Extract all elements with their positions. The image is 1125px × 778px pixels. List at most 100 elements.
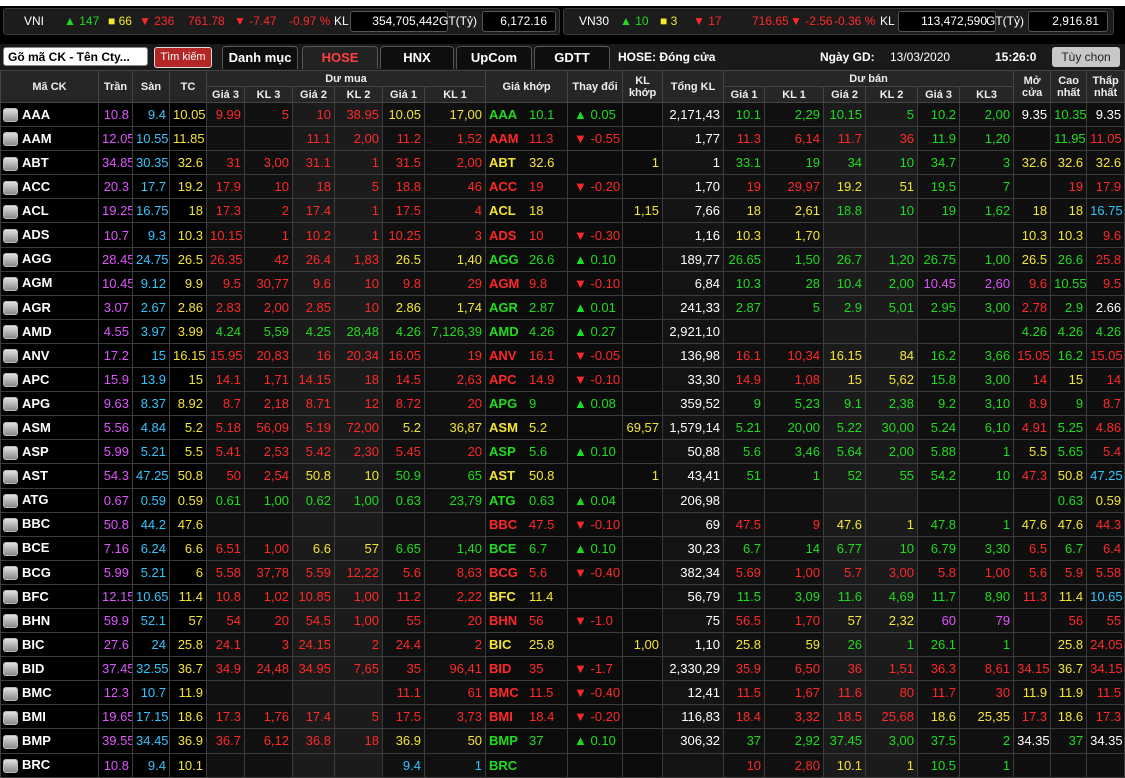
header-sell-vol3[interactable]: KL3 — [959, 86, 1015, 103]
header-buy-price3[interactable]: Giá 3 — [206, 86, 245, 103]
table-row[interactable]: AMD 4.55 3.97 3.99 4.24 5,59 4.25 28,48 4.26 7,12… — [0, 318, 1125, 344]
header-sell-vol1[interactable]: KL 1 — [764, 86, 825, 103]
table-row[interactable]: APG 9.63 8.37 8.92 8.7 2,18 8.71 12 8.72 20 APG 9 ▲ … — [0, 391, 1125, 417]
symbol-cell[interactable]: ATG — [0, 487, 99, 513]
table-row[interactable]: ACL 19.25 16.75 18 17.3 2 17.4 1 17.5 4 ACL 18 1,15 7… — [0, 198, 1125, 224]
watchlist-checkbox-icon[interactable] — [3, 517, 18, 532]
options-button[interactable]: Tùy chọn — [1052, 47, 1120, 67]
tab-hnx[interactable]: HNX — [380, 46, 454, 69]
table-row[interactable]: AST 54.3 47.25 50.8 50 2,54 50.8 10 50.9 65 AST 50.… — [0, 463, 1125, 489]
watchlist-checkbox-icon[interactable] — [3, 276, 18, 291]
search-input[interactable]: Gõ mã CK - Tên Cty... — [3, 47, 148, 66]
symbol-cell[interactable]: AAM — [0, 126, 99, 152]
table-row[interactable]: BBC 50.8 44.2 47.6 BBC 47.5 ▼ -0.10 69 47.5 9 47.6… — [0, 511, 1125, 537]
symbol-cell[interactable]: AST — [0, 463, 99, 489]
symbol-cell[interactable]: AGM — [0, 270, 99, 296]
table-row[interactable]: ANV 17.2 15 16.15 15.95 20,83 16 20,34 16.05 19 AN… — [0, 342, 1125, 369]
watchlist-checkbox-icon[interactable] — [3, 469, 18, 484]
table-row[interactable]: BMI 19.65 17.15 18.6 17.3 1,76 17.4 5 17.5 3,73 BM… — [0, 704, 1125, 730]
table-row[interactable]: ATG 0.67 0.59 0.59 0.61 1,00 0.62 1,00 0.63 23,79… — [0, 487, 1125, 513]
table-row[interactable]: BFC 12.15 10.65 11.4 10.8 1,02 10.85 1,00 11.2 2,… — [0, 583, 1125, 609]
search-button[interactable]: Tìm kiếm — [154, 47, 212, 68]
symbol-cell[interactable]: ASP — [0, 439, 99, 465]
watchlist-checkbox-icon[interactable] — [3, 445, 18, 460]
watchlist-checkbox-icon[interactable] — [3, 734, 18, 749]
header-sell-vol2[interactable]: KL 2 — [865, 86, 919, 103]
table-row[interactable]: AGM 10.45 9.12 9.9 9.5 30,77 9.6 10 9.8 29 AGM 9.8 ▼… — [0, 270, 1125, 296]
watchlist-checkbox-icon[interactable] — [3, 493, 18, 508]
table-row[interactable]: ABT 34.85 30.35 32.6 31 3,00 31.1 1 31.5 2,00 ABT 3… — [0, 150, 1125, 176]
watchlist-checkbox-icon[interactable] — [3, 349, 18, 364]
watchlist-checkbox-icon[interactable] — [3, 758, 18, 773]
watchlist-checkbox-icon[interactable] — [3, 325, 18, 340]
symbol-cell[interactable]: BBC — [0, 511, 99, 537]
watchlist-checkbox-icon[interactable] — [3, 662, 18, 677]
header-match-price[interactable]: Giá khớp — [485, 70, 569, 103]
table-row[interactable]: APC 15.9 13.9 15 14.1 1,71 14.15 18 14.5 2,63 APC 1… — [0, 367, 1125, 393]
symbol-cell[interactable]: ADS — [0, 222, 99, 248]
watchlist-checkbox-icon[interactable] — [3, 373, 18, 388]
table-row[interactable]: BMC 12.3 10.7 11.9 11.1 61 BMC 11.5 ▼ -0.40 12,41… — [0, 680, 1125, 706]
tab-danh-muc[interactable]: Danh mục — [222, 46, 298, 69]
header-open[interactable]: Mở cửa — [1013, 70, 1052, 103]
header-floor[interactable]: Sàn — [132, 70, 170, 103]
watchlist-checkbox-icon[interactable] — [3, 566, 18, 581]
watchlist-checkbox-icon[interactable] — [3, 301, 18, 316]
symbol-cell[interactable]: BMI — [0, 704, 99, 730]
header-sell-price1[interactable]: Giá 1 — [723, 86, 766, 103]
tab-upcom[interactable]: UpCom — [456, 46, 532, 69]
symbol-cell[interactable]: ACL — [0, 198, 99, 224]
header-total-volume[interactable]: Tổng KL — [662, 70, 725, 103]
watchlist-checkbox-icon[interactable] — [3, 397, 18, 412]
watchlist-checkbox-icon[interactable] — [3, 590, 18, 605]
header-buy-vol2[interactable]: KL 2 — [334, 86, 383, 103]
table-row[interactable]: ACC 20.3 17.7 19.2 17.9 10 18 5 18.8 46 ACC 19 ▼ -0.… — [0, 174, 1125, 200]
symbol-cell[interactable]: ACC — [0, 174, 99, 200]
table-row[interactable]: BIC 27.6 24 25.8 24.1 3 24.15 2 24.4 2 BIC 25.8 1,00… — [0, 632, 1125, 658]
table-row[interactable]: AAM 12.05 10.55 11.85 11.1 2,00 11.2 1,52 AAM 11.… — [0, 126, 1125, 152]
header-high[interactable]: Cao nhất — [1050, 70, 1088, 103]
watchlist-checkbox-icon[interactable] — [3, 542, 18, 557]
symbol-cell[interactable]: AAA — [0, 101, 99, 128]
header-buy-vol1[interactable]: KL 1 — [423, 86, 487, 103]
symbol-cell[interactable]: ASM — [0, 415, 99, 441]
table-row[interactable]: ASP 5.99 5.21 5.5 5.41 2,53 5.42 2,30 5.45 20 ASP 5… — [0, 439, 1125, 465]
watchlist-checkbox-icon[interactable] — [3, 686, 18, 701]
header-sell-price2[interactable]: Giá 2 — [823, 86, 867, 103]
watchlist-checkbox-icon[interactable] — [3, 132, 18, 147]
table-row[interactable]: ASM 5.56 4.84 5.2 5.18 56,09 5.19 72,00 5.2 36,87… — [0, 415, 1125, 441]
header-reference[interactable]: TC — [169, 70, 207, 103]
symbol-cell[interactable]: BCG — [0, 559, 99, 585]
tab-hose[interactable]: HOSE — [302, 46, 378, 69]
symbol-cell[interactable]: AGG — [0, 246, 99, 272]
symbol-cell[interactable]: ANV — [0, 342, 99, 369]
watchlist-checkbox-icon[interactable] — [3, 180, 18, 195]
table-row[interactable]: BMP 39.55 34.45 36.9 36.7 6,12 36.8 18 36.9 50 BMP… — [0, 728, 1125, 754]
symbol-cell[interactable]: AMD — [0, 318, 99, 344]
table-row[interactable]: BCG 5.99 5.21 6 5.58 37,78 5.59 12,22 5.6 8,63 BCG… — [0, 559, 1125, 585]
watchlist-checkbox-icon[interactable] — [3, 108, 18, 123]
watchlist-checkbox-icon[interactable] — [3, 638, 18, 653]
table-row[interactable]: BID 37.45 32.55 36.7 34.9 24,48 34.95 7,65 35 96,… — [0, 656, 1125, 682]
header-buy-price1[interactable]: Giá 1 — [382, 86, 425, 103]
header-sell-price3[interactable]: Giá 3 — [917, 86, 961, 103]
symbol-cell[interactable]: BHN — [0, 607, 99, 634]
table-row[interactable]: AAA 10.8 9.4 10.05 9.99 5 10 38.95 10.05 17,00 AAA… — [0, 101, 1125, 128]
header-symbol[interactable]: Mã CK — [0, 70, 99, 103]
header-match-volume[interactable]: KL khớp — [622, 70, 664, 103]
watchlist-checkbox-icon[interactable] — [3, 228, 18, 243]
watchlist-checkbox-icon[interactable] — [3, 204, 18, 219]
symbol-cell[interactable]: BFC — [0, 583, 99, 609]
watchlist-checkbox-icon[interactable] — [3, 421, 18, 436]
table-row[interactable]: BHN 59.9 52.1 57 54 20 54.5 1,00 55 20 BHN 56 ▼ -1.0… — [0, 607, 1125, 634]
symbol-cell[interactable]: ABT — [0, 150, 99, 176]
tab-gdtt[interactable]: GDTT — [534, 46, 610, 69]
symbol-cell[interactable]: BMP — [0, 728, 99, 754]
symbol-cell[interactable]: APG — [0, 391, 99, 417]
header-buy-vol3[interactable]: KL 3 — [244, 86, 293, 103]
symbol-cell[interactable]: AGR — [0, 294, 99, 320]
header-low[interactable]: Thấp nhất — [1086, 70, 1125, 103]
symbol-cell[interactable]: BMC — [0, 680, 99, 706]
watchlist-checkbox-icon[interactable] — [3, 710, 18, 725]
watchlist-checkbox-icon[interactable] — [3, 156, 18, 171]
